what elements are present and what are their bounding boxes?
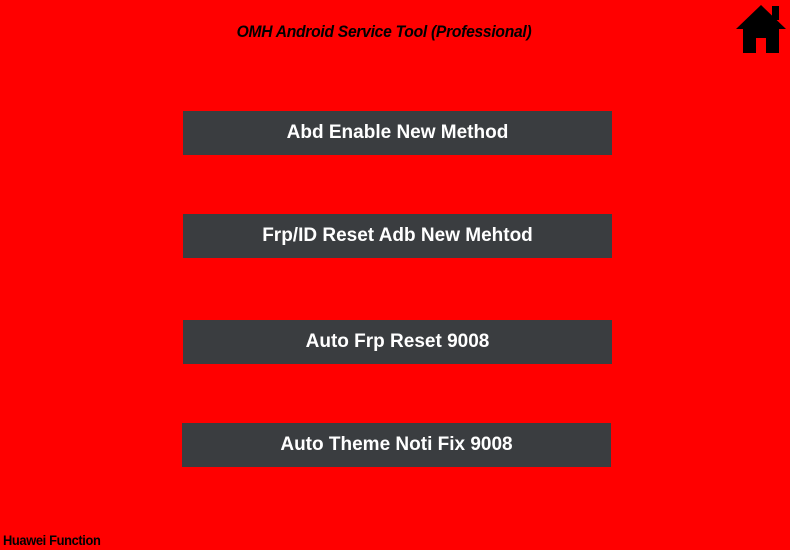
auto-theme-noti-fix-9008-button[interactable]: Auto Theme Noti Fix 9008 xyxy=(182,423,611,467)
home-icon xyxy=(736,5,786,53)
auto-frp-reset-9008-button[interactable]: Auto Frp Reset 9008 xyxy=(183,320,612,364)
app-title: OMH Android Service Tool (Professional) xyxy=(236,22,532,41)
frp-id-reset-adb-button[interactable]: Frp/ID Reset Adb New Mehtod xyxy=(183,214,612,258)
home-button[interactable] xyxy=(734,2,788,56)
adb-enable-new-method-button[interactable]: Abd Enable New Method xyxy=(183,111,612,155)
section-label: Huawei Function xyxy=(3,532,101,548)
